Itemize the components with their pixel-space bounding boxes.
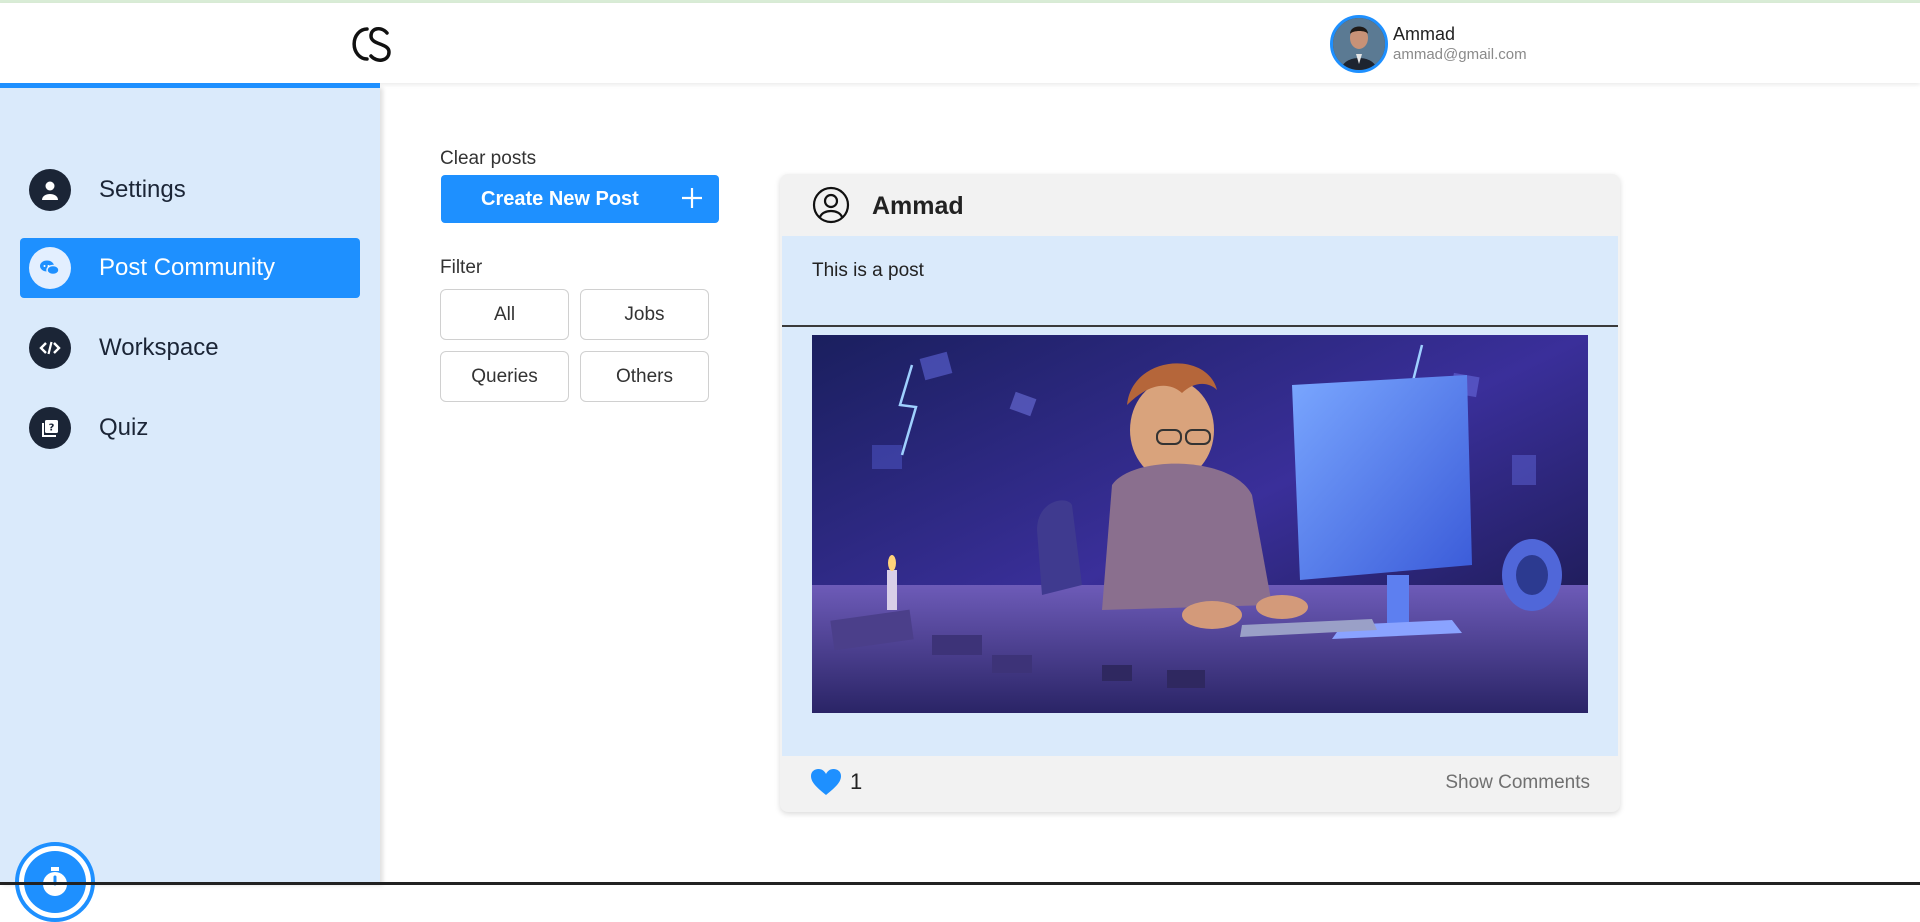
quiz-icon: ? [29, 407, 71, 449]
post-header: Ammad [780, 174, 1620, 236]
sidebar-item-workspace[interactable]: Workspace [20, 318, 360, 378]
user-profile[interactable]: Ammad ammad@gmail.com [1330, 14, 1527, 74]
svg-text:?: ? [49, 423, 55, 434]
sidebar-item-label: Settings [99, 176, 186, 203]
filter-label: Filter [440, 257, 483, 278]
divider [782, 325, 1618, 327]
heart-icon [811, 769, 841, 795]
filter-chip-others[interactable]: Others [580, 351, 709, 402]
sidebar-item-settings[interactable]: Settings [20, 160, 360, 220]
like-count: 1 [850, 769, 863, 794]
profile-name: Ammad [1393, 24, 1456, 45]
show-comments-link[interactable]: Show Comments [1445, 772, 1590, 794]
sidebar: Settings Post Community Workspace ? Quiz [0, 88, 380, 922]
sidebar-item-post-community[interactable]: Post Community [20, 238, 360, 298]
sidebar-item-label: Workspace [99, 334, 219, 361]
filter-chip-queries[interactable]: Queries [440, 351, 569, 402]
create-new-post-button[interactable]: Create New Post [441, 175, 719, 223]
sidebar-item-label: Post Community [99, 254, 276, 281]
chat-icon [29, 247, 71, 289]
cs-logo-icon[interactable] [347, 21, 393, 67]
user-icon [29, 169, 71, 211]
post-card: Ammad This is a post 1 Show Comments [780, 174, 1620, 812]
top-header: Ammad ammad@gmail.com [0, 3, 1920, 83]
post-footer: 1 Show Comments [780, 756, 1620, 812]
code-icon [29, 327, 71, 369]
like-button[interactable]: 1 [810, 768, 862, 796]
clear-posts-link[interactable]: Clear posts [440, 148, 536, 170]
post-body: This is a post [782, 236, 1618, 756]
user-circle-icon [812, 186, 850, 224]
avatar[interactable] [1330, 15, 1388, 73]
sidebar-item-label: Quiz [99, 414, 149, 441]
sidebar-item-quiz[interactable]: ? Quiz [20, 398, 360, 458]
sidebar-accent-bar [0, 83, 380, 88]
plus-icon [682, 188, 702, 208]
filter-chip-jobs[interactable]: Jobs [580, 289, 709, 340]
post-text: This is a post [812, 260, 924, 281]
post-author: Ammad [872, 192, 964, 220]
post-image[interactable] [812, 335, 1588, 713]
profile-email: ammad@gmail.com [1393, 45, 1527, 63]
filter-chip-all[interactable]: All [440, 289, 569, 340]
create-new-post-label: Create New Post [481, 187, 639, 210]
